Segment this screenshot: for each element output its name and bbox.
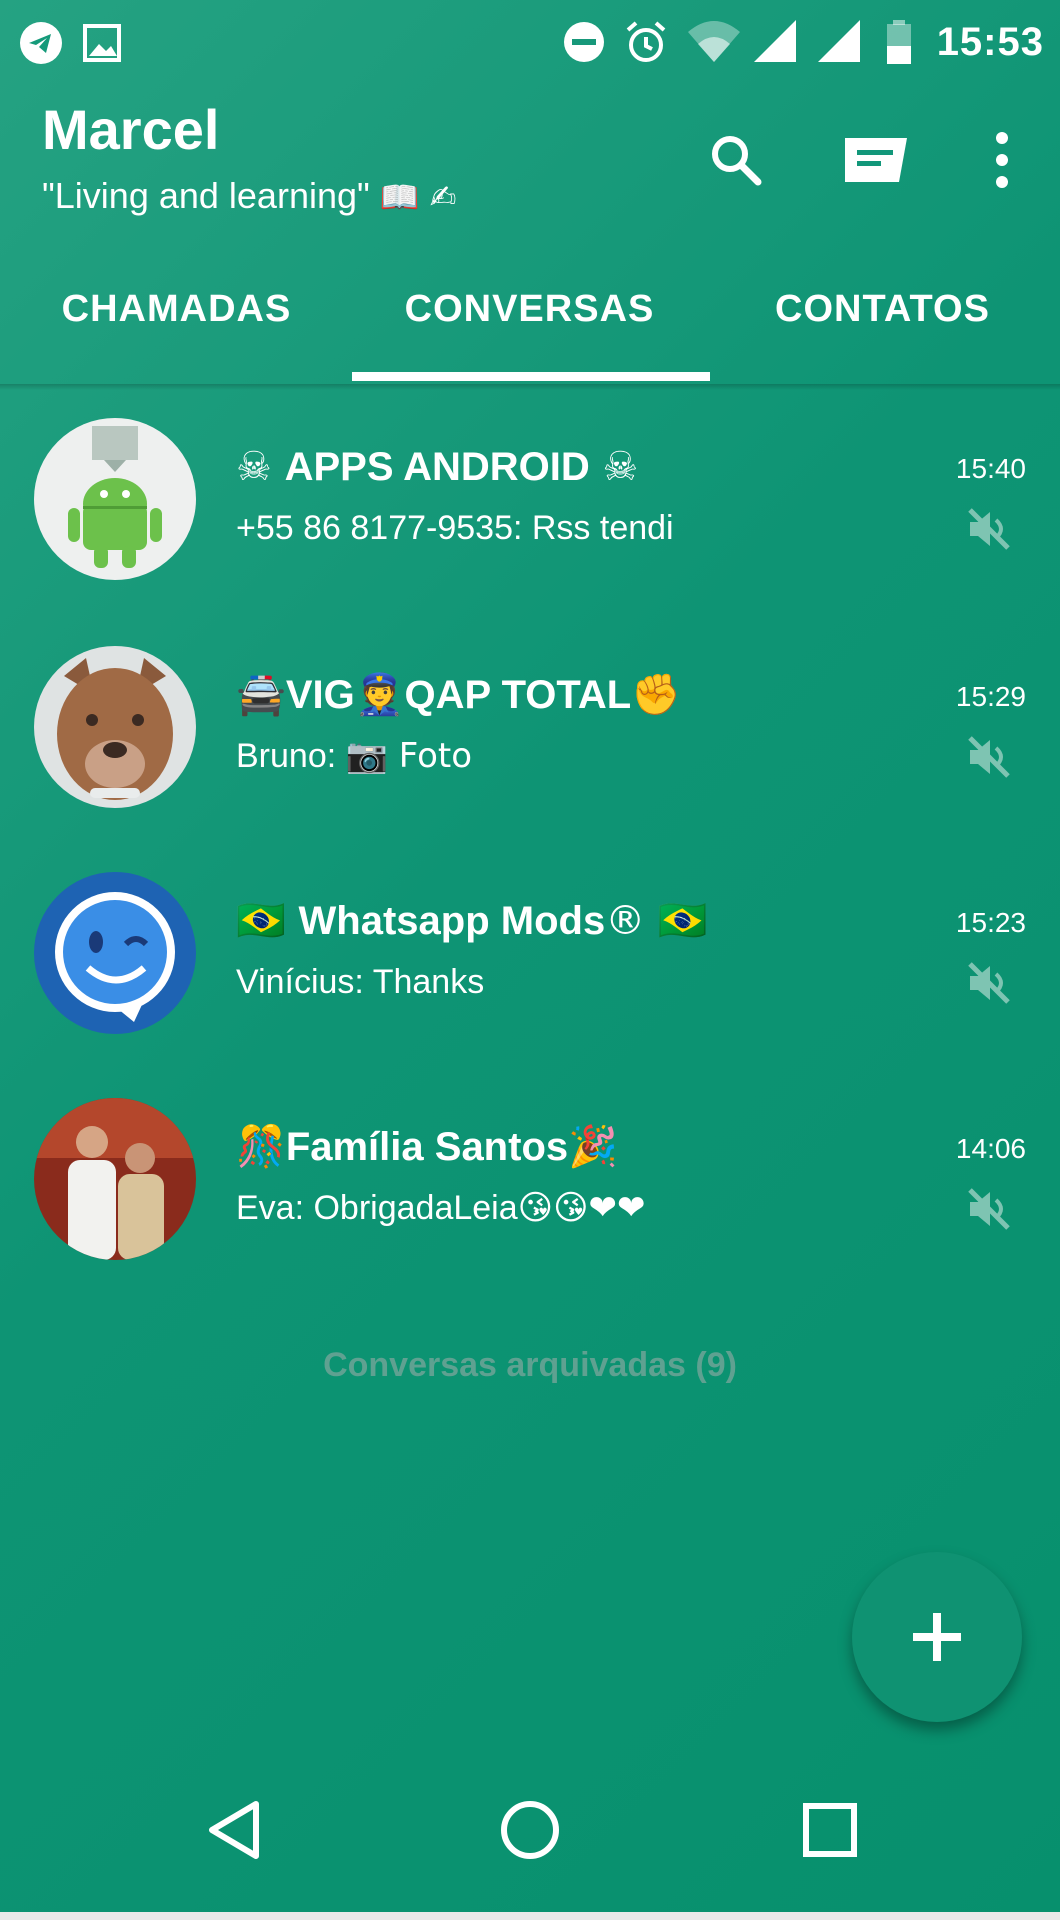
chat-name-text: Família Santos — [285, 1125, 569, 1169]
dog-avatar-image — [34, 646, 196, 808]
home-icon — [501, 1801, 559, 1859]
recents-button[interactable] — [780, 1780, 880, 1880]
chat-name-text: APPS ANDROID — [284, 445, 590, 489]
back-icon — [209, 1801, 259, 1859]
screen: 15:53 Marcel "Living and learning" 📖 ✍ C… — [0, 0, 1060, 1912]
whatsapp-mods-avatar-image — [34, 872, 196, 1034]
home-button[interactable] — [480, 1780, 580, 1880]
chat-preview: +55 86 8177-9535: Rss tendi — [236, 506, 674, 550]
android-avatar-image — [34, 418, 196, 580]
battery-icon — [887, 20, 911, 64]
chat-name-text: Whatsapp Mods — [298, 899, 606, 943]
chat-name: 🇧🇷 Whatsapp Mods® 🇧🇷 — [236, 896, 708, 946]
telegram-notification-icon — [20, 22, 62, 64]
chat-time: 15:40 — [955, 453, 1026, 484]
chat-name-prefix: 🚔 — [236, 672, 286, 718]
muted-speaker-icon — [968, 1188, 1010, 1230]
chat-name-suffix: ☠ — [589, 444, 639, 490]
more-vertical-icon — [996, 132, 1008, 188]
chat-preview-text: Vinícius: Thanks — [236, 963, 485, 1001]
chat-name: 🎊Família Santos🎉 — [236, 1122, 618, 1172]
search-icon — [712, 136, 762, 186]
image-notification-icon — [83, 24, 121, 62]
new-chat-icon — [845, 138, 907, 182]
chat-row[interactable]: 🚔VIG👮QAP TOTAL✊ Bruno: 📷 Foto 15:29 — [0, 628, 1060, 854]
chat-name-suffix: ® 🇧🇷 — [605, 898, 708, 944]
tab-conversas[interactable]: CONVERSAS — [353, 234, 706, 384]
chat-name-suffix: 🎉 — [568, 1124, 618, 1170]
avatar[interactable] — [34, 646, 196, 808]
muted-speaker-icon — [968, 962, 1010, 1004]
tab-contatos[interactable]: CONTATOS — [706, 234, 1059, 384]
chat-preview-text: Eva: ObrigadaLeia — [236, 1189, 518, 1227]
system-nav-bar — [0, 1752, 1060, 1912]
user-status-text: "Living and learning" — [42, 175, 370, 216]
chat-name-prefix: ☠ — [236, 444, 285, 490]
signal-2-icon — [818, 20, 860, 62]
plus-icon — [913, 1613, 961, 1661]
chat-name-prefix: 🎊 — [236, 1124, 286, 1170]
chat-row[interactable]: 🎊Família Santos🎉 Eva: ObrigadaLeia😘😘❤❤ 1… — [0, 1080, 1060, 1306]
chat-time: 15:23 — [955, 907, 1026, 938]
recents-icon — [803, 1803, 857, 1857]
chat-row[interactable]: 🇧🇷 Whatsapp Mods® 🇧🇷 Vinícius: Thanks 15… — [0, 854, 1060, 1080]
status-time: 15:53 — [936, 20, 1044, 64]
new-conversation-fab[interactable] — [852, 1552, 1022, 1722]
chat-name-text: VIG👮QAP TOTAL — [285, 673, 632, 717]
user-status-emojis: 📖 ✍ — [379, 178, 457, 216]
chat-row[interactable]: ☠ APPS ANDROID ☠ +55 86 8177-9535: Rss t… — [0, 400, 1060, 626]
chat-preview: Eva: ObrigadaLeia😘😘❤❤ — [236, 1186, 646, 1230]
tab-bar: CHAMADAS CONVERSAS CONTATOS — [0, 234, 1060, 384]
status-bar: 15:53 — [0, 0, 1060, 84]
user-status[interactable]: "Living and learning" 📖 ✍ — [42, 174, 457, 219]
avatar[interactable] — [34, 872, 196, 1034]
do-not-disturb-icon — [564, 22, 604, 62]
page-title[interactable]: Marcel — [42, 98, 219, 162]
tab-chamadas[interactable]: CHAMADAS — [0, 234, 353, 384]
chat-preview-text: +55 86 8177-9535: Rss tendi — [236, 509, 674, 547]
chat-name-suffix: ✊ — [631, 672, 682, 718]
tab-indicator — [352, 372, 710, 381]
app-bar: Marcel "Living and learning" 📖 ✍ — [0, 84, 1060, 234]
alarm-icon — [626, 21, 666, 62]
tabs-shadow — [0, 384, 1060, 390]
chat-time: 15:29 — [955, 681, 1026, 712]
chat-name: ☠ APPS ANDROID ☠ — [236, 442, 638, 492]
chat-preview-emoji: 😘😘❤❤ — [517, 1188, 646, 1228]
chat-preview: Bruno: 📷 Foto — [236, 734, 472, 778]
family-photo-avatar-image — [34, 1098, 196, 1260]
signal-1-icon — [754, 20, 796, 62]
muted-speaker-icon — [968, 508, 1010, 550]
chat-preview: Vinícius: Thanks — [236, 960, 484, 1004]
muted-speaker-icon — [968, 736, 1010, 778]
avatar[interactable] — [34, 1098, 196, 1260]
back-button[interactable] — [184, 1780, 284, 1880]
chat-name-prefix: 🇧🇷 — [236, 898, 299, 944]
wifi-icon — [688, 21, 740, 62]
chat-preview-emoji: 📷 Foto — [345, 736, 473, 776]
chat-name: 🚔VIG👮QAP TOTAL✊ — [236, 670, 681, 720]
chat-time: 14:06 — [955, 1133, 1026, 1164]
search-button[interactable] — [700, 124, 772, 196]
archived-chats-link[interactable]: Conversas arquivadas (9) — [0, 1346, 1060, 1385]
chat-preview-text: Bruno: — [236, 737, 346, 775]
more-options-button[interactable] — [966, 124, 1038, 196]
avatar[interactable] — [34, 418, 196, 580]
new-chat-button[interactable] — [840, 124, 912, 196]
